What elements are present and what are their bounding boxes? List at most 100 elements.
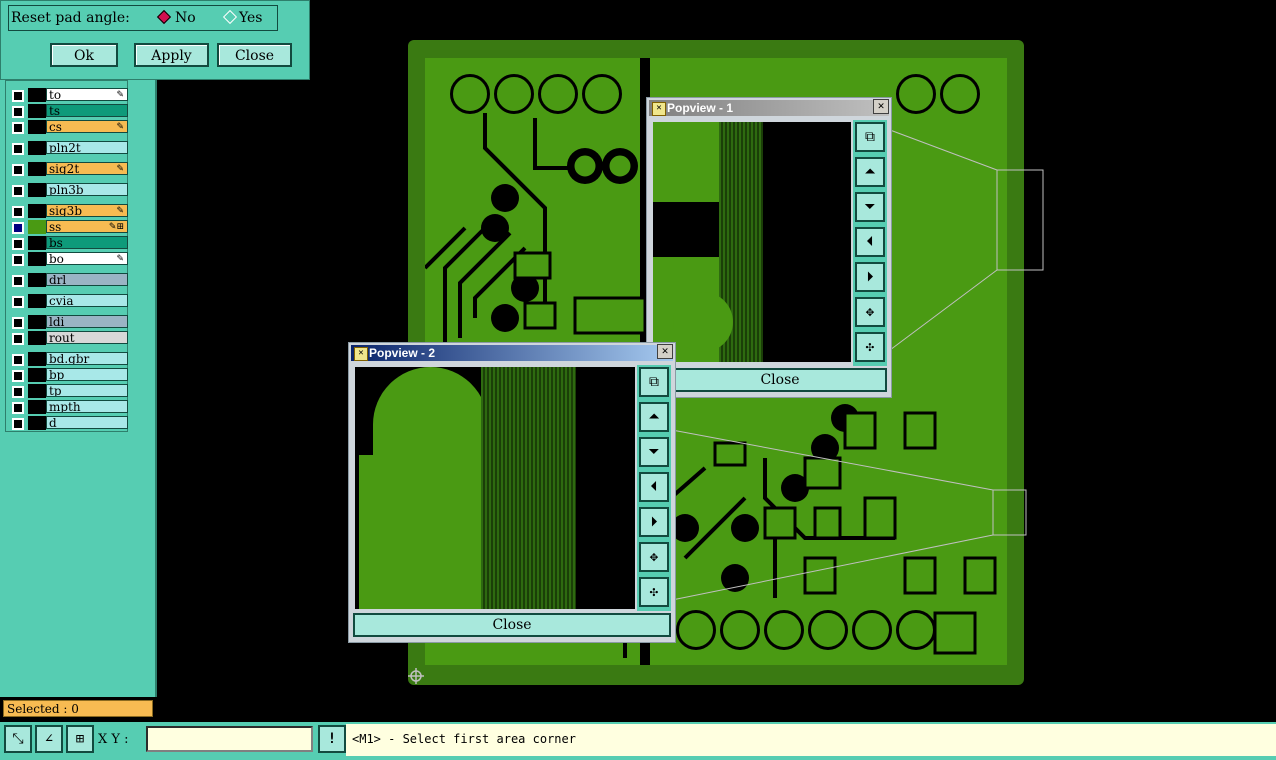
xy-input[interactable]: [146, 726, 313, 752]
popview-2-canvas[interactable]: [355, 367, 635, 609]
zoom-fit-icon[interactable]: ⤡: [4, 725, 32, 753]
layer-color-swatch[interactable]: [28, 273, 46, 287]
layer-name[interactable]: mpth: [46, 400, 128, 413]
layer-visibility-checkbox[interactable]: [12, 333, 24, 345]
layer-row-cs[interactable]: cs ✎: [8, 120, 128, 134]
layer-row-bo[interactable]: bo ✎: [8, 252, 128, 266]
layer-visibility-checkbox[interactable]: [12, 386, 24, 398]
layer-name[interactable]: ss ✎⊞: [46, 220, 128, 233]
layer-row-to[interactable]: to ✎: [8, 88, 128, 102]
layer-row-tp[interactable]: tp: [8, 384, 128, 398]
layer-row-ts[interactable]: ts: [8, 104, 128, 118]
layer-visibility-checkbox[interactable]: [12, 206, 24, 218]
zoom-in-icon[interactable]: ✥: [639, 542, 669, 572]
layer-name[interactable]: rout: [46, 331, 128, 344]
layer-visibility-checkbox[interactable]: [12, 238, 24, 250]
layer-visibility-checkbox[interactable]: [12, 90, 24, 102]
layer-row-drl[interactable]: drl: [8, 273, 128, 287]
layer-color-swatch[interactable]: [28, 352, 46, 366]
radio-yes-icon[interactable]: [222, 9, 238, 25]
layer-row-pln3b[interactable]: pln3b: [8, 183, 128, 197]
layer-name[interactable]: sig2t ✎: [46, 162, 128, 175]
layer-color-swatch[interactable]: [28, 88, 46, 102]
pan-down-icon[interactable]: ⏷: [855, 192, 885, 222]
pan-right-icon[interactable]: ⏵: [639, 507, 669, 537]
radio-no-icon[interactable]: [156, 9, 172, 25]
layer-visibility-checkbox[interactable]: [12, 354, 24, 366]
popview-1-canvas[interactable]: [653, 122, 851, 362]
layer-name[interactable]: bs: [46, 236, 128, 249]
layer-name[interactable]: bp: [46, 368, 128, 381]
layer-color-swatch[interactable]: [28, 141, 46, 155]
layer-name[interactable]: cs ✎: [46, 120, 128, 133]
pan-right-icon[interactable]: ⏵: [855, 262, 885, 292]
layer-row-sig2t[interactable]: sig2t ✎: [8, 162, 128, 176]
close-button[interactable]: Close: [217, 43, 292, 67]
pan-down-icon[interactable]: ⏷: [639, 437, 669, 467]
layer-visibility-checkbox[interactable]: [12, 317, 24, 329]
zoom-window-icon[interactable]: ⧉: [639, 367, 669, 397]
layer-name[interactable]: to ✎: [46, 88, 128, 101]
layer-color-swatch[interactable]: [28, 204, 46, 218]
layer-row-d[interactable]: d: [8, 416, 128, 430]
popview-2-close-button[interactable]: Close: [353, 613, 671, 637]
layer-row-cvia[interactable]: cvia: [8, 294, 128, 308]
pan-up-icon[interactable]: ⏶: [639, 402, 669, 432]
layer-row-pln2t[interactable]: pln2t: [8, 141, 128, 155]
layer-visibility-checkbox[interactable]: [12, 122, 24, 134]
pan-left-icon[interactable]: ⏴: [855, 227, 885, 257]
layer-visibility-checkbox[interactable]: [12, 164, 24, 176]
layer-color-swatch[interactable]: [28, 331, 46, 345]
layer-color-swatch[interactable]: [28, 368, 46, 382]
layer-name[interactable]: d: [46, 416, 128, 429]
layer-color-swatch[interactable]: [28, 315, 46, 329]
layer-color-swatch[interactable]: [28, 416, 46, 430]
zoom-out-icon[interactable]: ✣: [855, 332, 885, 362]
layer-name[interactable]: drl: [46, 273, 128, 286]
layer-row-ss[interactable]: ss ✎⊞: [8, 220, 128, 234]
layer-visibility-checkbox[interactable]: [12, 222, 24, 234]
layer-name[interactable]: bd.gbr: [46, 352, 128, 365]
apply-button[interactable]: Apply: [134, 43, 209, 67]
layer-name[interactable]: ts: [46, 104, 128, 117]
alert-icon[interactable]: !: [318, 725, 346, 753]
radio-no-label[interactable]: No: [175, 10, 196, 26]
popview-1-close-icon[interactable]: ✕: [873, 99, 889, 114]
layer-name[interactable]: tp: [46, 384, 128, 397]
layer-row-bp[interactable]: bp: [8, 368, 128, 382]
layer-color-swatch[interactable]: [28, 120, 46, 134]
layer-color-swatch[interactable]: [28, 220, 46, 234]
pan-up-icon[interactable]: ⏶: [855, 157, 885, 187]
pan-left-icon[interactable]: ⏴: [639, 472, 669, 502]
layer-visibility-checkbox[interactable]: [12, 275, 24, 287]
zoom-out-icon[interactable]: ✣: [639, 577, 669, 607]
radio-yes-label[interactable]: Yes: [239, 10, 263, 26]
layer-color-swatch[interactable]: [28, 162, 46, 176]
layer-color-swatch[interactable]: [28, 294, 46, 308]
layer-row-rout[interactable]: rout: [8, 331, 128, 345]
layer-color-swatch[interactable]: [28, 236, 46, 250]
layer-color-swatch[interactable]: [28, 384, 46, 398]
zoom-window-icon[interactable]: ⧉: [855, 122, 885, 152]
layer-row-ldi[interactable]: ldi: [8, 315, 128, 329]
layer-color-swatch[interactable]: [28, 252, 46, 266]
layer-visibility-checkbox[interactable]: [12, 402, 24, 414]
layer-visibility-checkbox[interactable]: [12, 296, 24, 308]
layer-name[interactable]: cvia: [46, 294, 128, 307]
zoom-in-icon[interactable]: ✥: [855, 297, 885, 327]
layer-row-mpth[interactable]: mpth: [8, 400, 128, 414]
layer-row-bd-gbr[interactable]: bd.gbr: [8, 352, 128, 366]
layer-visibility-checkbox[interactable]: [12, 254, 24, 266]
layer-name[interactable]: sig3b ✎: [46, 204, 128, 217]
layer-color-swatch[interactable]: [28, 400, 46, 414]
layer-visibility-checkbox[interactable]: [12, 185, 24, 197]
ok-button[interactable]: Ok: [50, 43, 118, 67]
popview-2-close-icon[interactable]: ✕: [657, 344, 673, 359]
layer-row-sig3b[interactable]: sig3b ✎: [8, 204, 128, 218]
layer-visibility-checkbox[interactable]: [12, 418, 24, 430]
grid-snap-icon[interactable]: ⊞: [66, 725, 94, 753]
layer-color-swatch[interactable]: [28, 104, 46, 118]
popview-1-close-button[interactable]: Close: [673, 368, 887, 392]
layer-row-bs[interactable]: bs: [8, 236, 128, 250]
layer-visibility-checkbox[interactable]: [12, 143, 24, 155]
